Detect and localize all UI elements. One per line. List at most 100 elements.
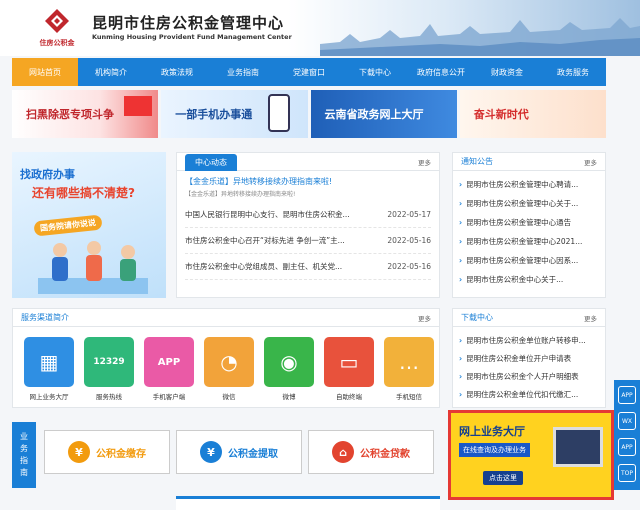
notice-item[interactable]: 昆明市住房公积金管理中心通告: [459, 213, 599, 232]
news-item[interactable]: 市住房公积金中心召开“对标先进 争创一流”主... 2022-05-16: [185, 228, 431, 254]
banner-text: 奋斗新时代: [473, 108, 529, 121]
news-item-date: 2022-05-17: [387, 210, 431, 219]
guide-loan-button[interactable]: ⌂ 公积金贷款: [308, 430, 434, 474]
app-icon[interactable]: APP: [618, 438, 636, 456]
flag-icon: [124, 96, 153, 116]
logo-mark-icon: [45, 9, 69, 33]
news-item[interactable]: 市住房公积金中心党组成员、副主任、机关党... 2022-05-16: [185, 254, 431, 280]
business-guide-tab[interactable]: 业务指南: [12, 422, 36, 488]
promo-line-3: 国务院请你说说: [33, 214, 103, 237]
notice-item[interactable]: 昆明市住房公积金管理中心聘请...: [459, 175, 599, 194]
nav-item-finance[interactable]: 财政资金: [474, 58, 540, 86]
guide-button-label: 公积金提取: [228, 448, 278, 460]
service-label: 自助终端: [336, 393, 362, 401]
tab-center-news[interactable]: 中心动态: [185, 154, 237, 171]
house-icon: ⌂: [332, 441, 354, 463]
news-panel-header: 中心动态 更多: [177, 153, 439, 171]
notice-item[interactable]: 昆明市住房公积金中心关于...: [459, 270, 599, 289]
site-logo[interactable]: 住房公积金: [34, 8, 80, 52]
news-item[interactable]: 中国人民银行昆明中心支行、昆明市住房公积金... 2022-05-17: [185, 202, 431, 228]
app-download-icon[interactable]: APP: [618, 386, 636, 404]
monitor-icon: [553, 427, 603, 467]
back-to-top-icon[interactable]: TOP: [618, 464, 636, 482]
service-sms[interactable]: … 手机短信: [383, 337, 435, 401]
service-label: 服务热线: [96, 393, 122, 401]
service-weibo[interactable]: ◉ 微博: [263, 337, 315, 401]
nav-item-policy[interactable]: 政策法规: [144, 58, 210, 86]
news-more-link[interactable]: 更多: [418, 157, 431, 167]
news-panel: 中心动态 更多 【金金乐道】异地转移接续办理指南来啦! 【金金乐道】异地转移接续…: [176, 152, 440, 298]
nav-item-download[interactable]: 下载中心: [342, 58, 408, 86]
computer-icon: ▦: [24, 337, 74, 387]
banner-row: 扫黑除恶专项斗争 一部手机办事通 云南省政务网上大厅 奋斗新时代: [12, 90, 606, 138]
news-item-title: 中国人民银行昆明中心支行、昆明市住房公积金...: [185, 210, 350, 219]
service-label: 手机短信: [396, 393, 422, 401]
service-label: 微信: [222, 393, 236, 401]
service-wechat[interactable]: ◔ 微信: [203, 337, 255, 401]
notice-item[interactable]: 昆明市住房公积金管理中心2021...: [459, 232, 599, 251]
sms-icon: …: [384, 337, 434, 387]
service-hotline[interactable]: 12329 服务热线: [83, 337, 135, 401]
download-item[interactable]: 昆明市住房公积金个人开户明细表: [459, 367, 599, 385]
download-list: 昆明市住房公积金单位账户转移申... 昆明住房公积金单位开户申请表 昆明市住房公…: [453, 327, 605, 403]
banner-text: 云南省政务网上大厅: [324, 108, 424, 121]
nav-item-services[interactable]: 政务服务: [540, 58, 606, 86]
promo-line-1: 找政府办事: [20, 168, 75, 181]
news-item-date: 2022-05-16: [387, 262, 431, 271]
hotline-12329-icon: 12329: [84, 337, 134, 387]
news-list: 中国人民银行昆明中心支行、昆明市住房公积金... 2022-05-17 市住房公…: [177, 198, 439, 280]
service-label: 手机客户端: [152, 393, 186, 401]
banner-new-era[interactable]: 奋斗新时代: [459, 90, 606, 138]
app-icon: APP: [144, 337, 194, 387]
yuan-icon: ¥: [200, 441, 222, 463]
guide-deposit-button[interactable]: ¥ 公积金缴存: [44, 430, 170, 474]
gov-feedback-promo[interactable]: 找政府办事 还有哪些搞不清楚? 国务院请你说说: [12, 152, 166, 298]
service-online-hall[interactable]: ▦ 网上业务大厅: [23, 337, 75, 401]
banner-gov-online-hall[interactable]: 云南省政务网上大厅: [310, 90, 457, 138]
download-more-link[interactable]: 更多: [584, 313, 597, 323]
services-more-link[interactable]: 更多: [418, 313, 431, 323]
guide-withdraw-button[interactable]: ¥ 公积金提取: [176, 430, 302, 474]
news-headline-summary: 【金金乐道】异地转移接续办理指南来啦!: [185, 191, 296, 198]
service-channel-row: ▦ 网上业务大厅 12329 服务热线 APP 手机客户端 ◔ 微信 ◉ 微博 …: [13, 327, 439, 401]
floating-sidebar: APP WX APP TOP: [614, 380, 640, 490]
nav-item-home[interactable]: 网站首页: [12, 58, 78, 86]
wechat-icon[interactable]: WX: [618, 412, 636, 430]
people-illustration-icon: [38, 241, 148, 294]
banner-mobile-service[interactable]: 一部手机办事通: [161, 90, 308, 138]
services-title: 服务渠道简介: [21, 313, 69, 322]
download-item[interactable]: 昆明住房公积金单位代扣代缴汇...: [459, 385, 599, 403]
nav-item-about[interactable]: 机构简介: [78, 58, 144, 86]
news-headline[interactable]: 【金金乐道】异地转移接续办理指南来啦!: [177, 171, 439, 187]
logo-text: 住房公积金: [39, 39, 75, 47]
nav-item-guide[interactable]: 业务指南: [210, 58, 276, 86]
notice-panel: 通知公告 更多 昆明市住房公积金管理中心聘请... 昆明市住房公积金管理中心关于…: [452, 152, 606, 298]
hall-click-button[interactable]: 点击这里: [483, 471, 523, 485]
service-channels-panel: 服务渠道简介 更多 ▦ 网上业务大厅 12329 服务热线 APP 手机客户端 …: [12, 308, 440, 408]
download-item[interactable]: 昆明住房公积金单位开户申请表: [459, 349, 599, 367]
news-item-date: 2022-05-16: [387, 236, 431, 245]
download-panel-header: 下载中心 更多: [453, 309, 605, 327]
notice-item[interactable]: 昆明市住房公积金管理中心关于...: [459, 194, 599, 213]
banner-anti-crime[interactable]: 扫黑除恶专项斗争: [12, 90, 159, 138]
download-item[interactable]: 昆明市住房公积金单位账户转移申...: [459, 331, 599, 349]
guide-button-label: 公积金缴存: [96, 448, 146, 460]
service-terminal[interactable]: ▭ 自助终端: [323, 337, 375, 401]
terminal-icon: ▭: [324, 337, 374, 387]
notice-item[interactable]: 昆明市住房公积金管理中心因系...: [459, 251, 599, 270]
notice-more-link[interactable]: 更多: [584, 157, 597, 167]
hall-title: 网上业务大厅: [459, 425, 525, 438]
site-title: 昆明市住房公积金管理中心: [92, 14, 285, 32]
download-title: 下载中心: [461, 313, 493, 322]
nav-item-party[interactable]: 党建窗口: [276, 58, 342, 86]
online-hall-ad[interactable]: 网上业务大厅 在线查询及办理业务 点击这里: [448, 410, 614, 500]
yuan-icon: ¥: [68, 441, 90, 463]
notice-panel-header: 通知公告 更多: [453, 153, 605, 171]
download-panel: 下载中心 更多 昆明市住房公积金单位账户转移申... 昆明住房公积金单位开户申请…: [452, 308, 606, 408]
bottom-panel-strip: [176, 496, 440, 510]
site-subtitle: Kunming Housing Provident Fund Managemen…: [92, 33, 292, 41]
nav-item-gov-info[interactable]: 政府信息公开: [408, 58, 474, 86]
banner-text: 扫黑除恶专项斗争: [26, 108, 114, 121]
service-mobile-app[interactable]: APP 手机客户端: [143, 337, 195, 401]
news-item-title: 市住房公积金中心党组成员、副主任、机关党...: [185, 262, 343, 271]
